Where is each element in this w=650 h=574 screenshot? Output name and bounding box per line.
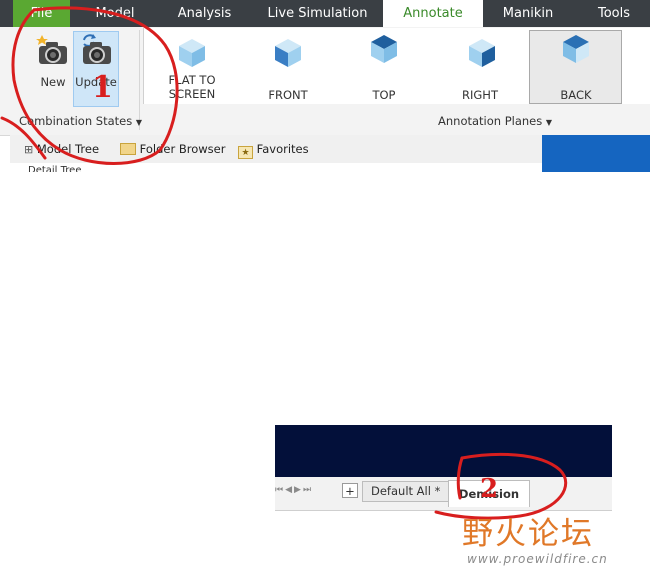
marker-1: 1: [92, 70, 113, 105]
marker-2: 2: [480, 474, 499, 504]
watermark-text: 野火论坛: [462, 516, 594, 552]
side-stroke-2: [456, 456, 464, 500]
tail-stroke-1: [0, 116, 47, 160]
watermark-url: www.proewildfire.cn: [467, 552, 608, 566]
